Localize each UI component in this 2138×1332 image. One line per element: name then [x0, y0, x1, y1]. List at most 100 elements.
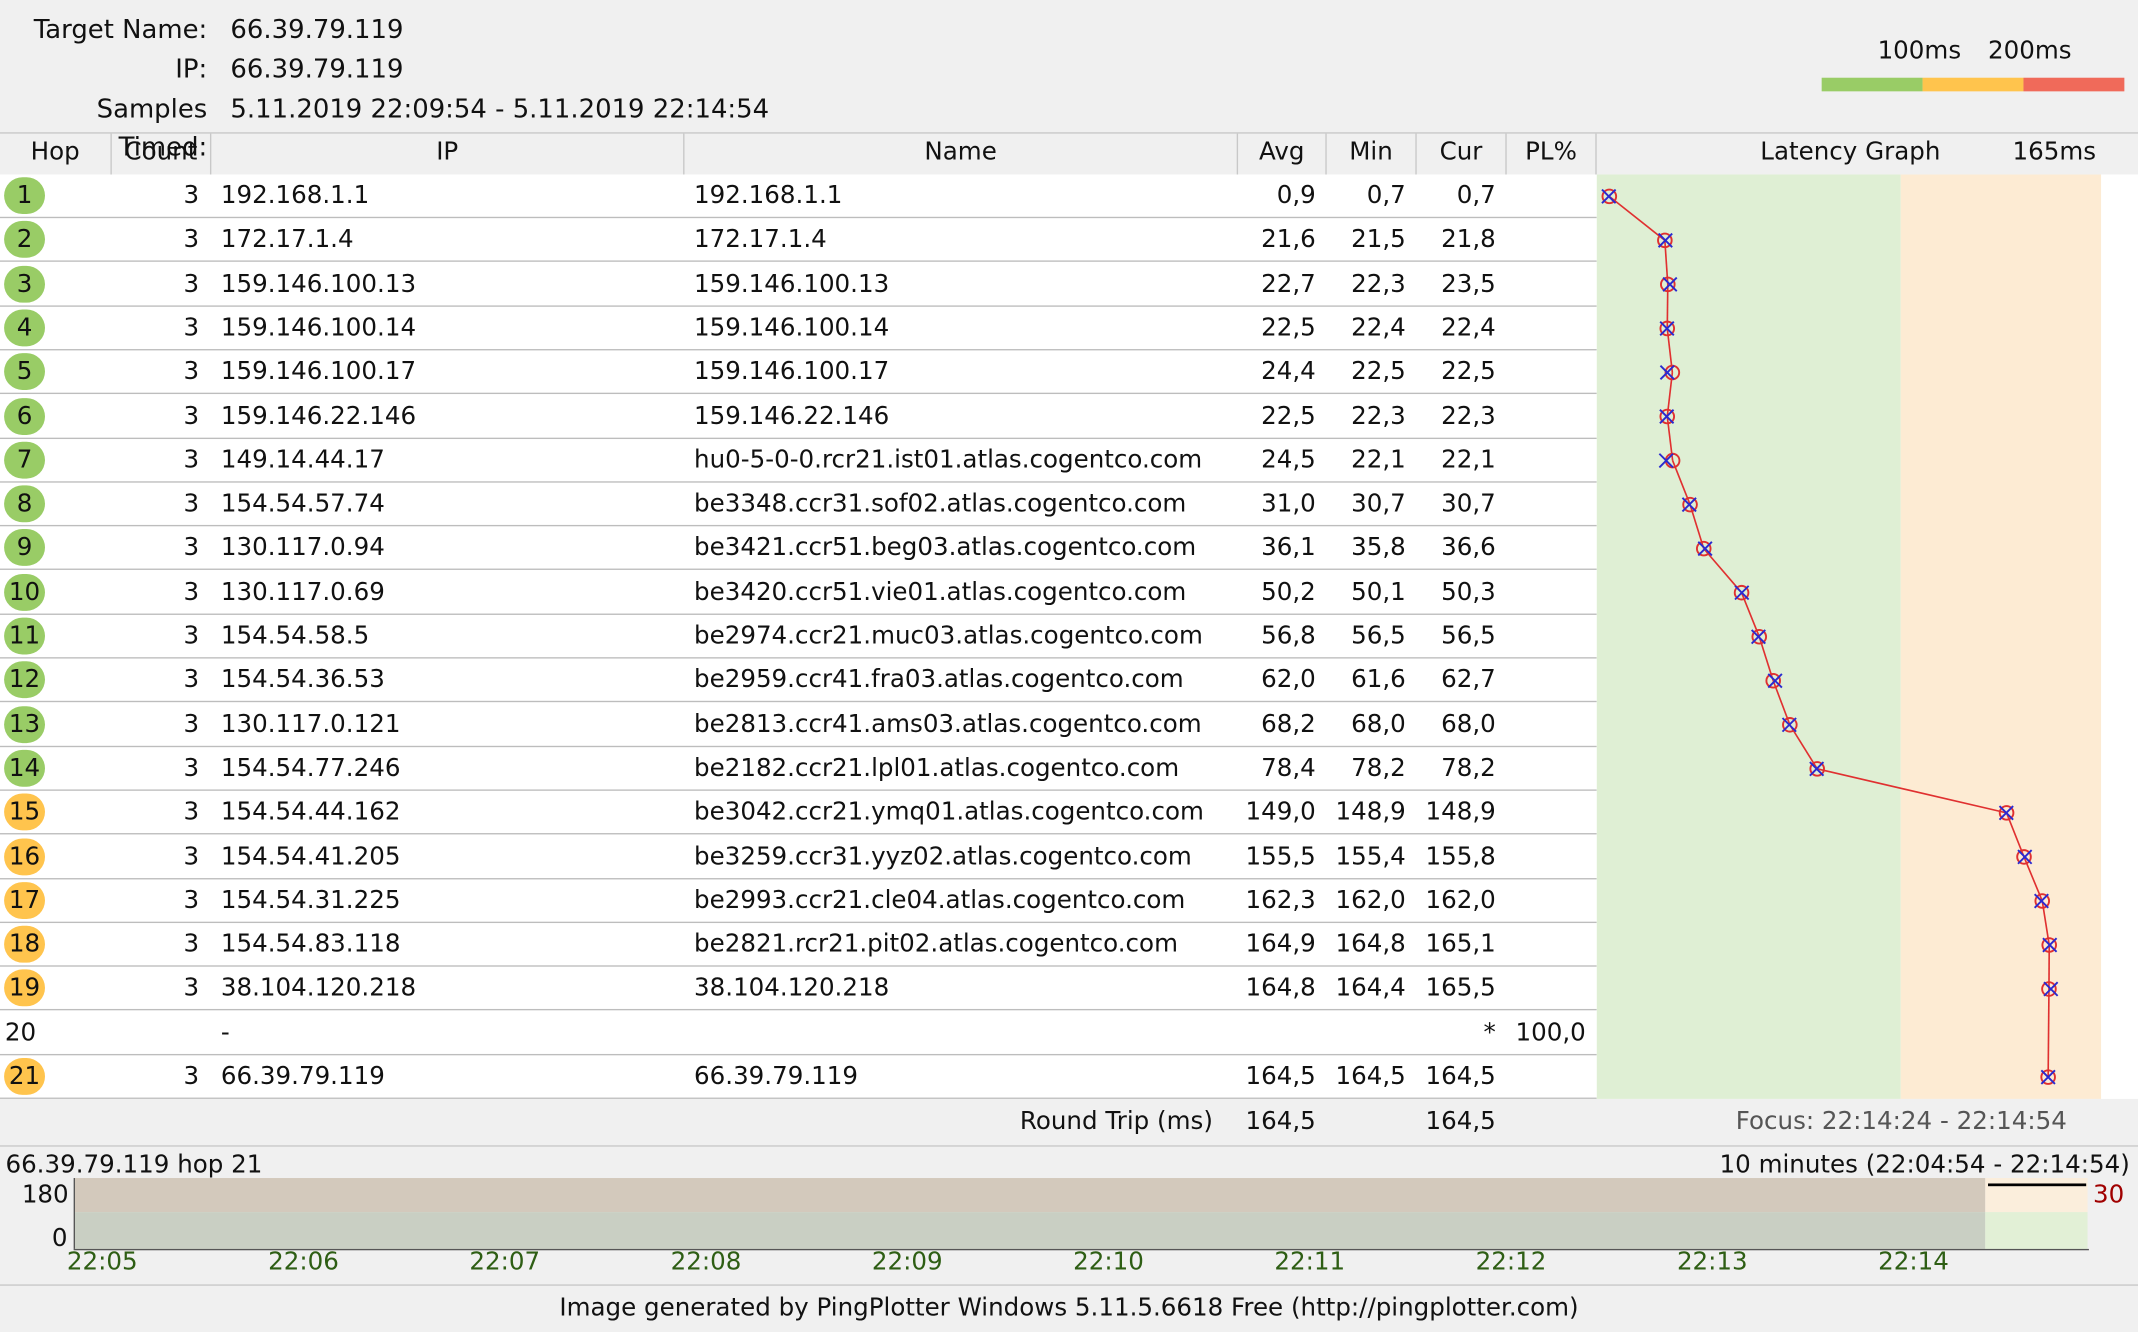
cell-pl: [1507, 571, 1586, 613]
hop-row[interactable]: 123154.54.36.53be2959.ccr41.fra03.atlas.…: [0, 659, 1597, 703]
timeline-tick-label: 22:07: [469, 1248, 540, 1277]
hop-row[interactable]: 19338.104.120.21838.104.120.218164,8164,…: [0, 967, 1597, 1011]
cell-count: 3: [112, 747, 199, 789]
timeline-tick-label: 22:08: [671, 1248, 742, 1277]
col-cur[interactable]: Cur: [1417, 134, 1507, 175]
cell-ip: 159.146.22.146: [221, 395, 678, 437]
cell-count: 3: [112, 175, 199, 217]
hop-row[interactable]: 53159.146.100.17159.146.100.1724,422,522…: [0, 351, 1597, 395]
cell-pl: [1507, 879, 1586, 921]
cell-ip: 159.146.100.14: [221, 307, 678, 349]
hop-row[interactable]: 113154.54.58.5be2974.ccr21.muc03.atlas.c…: [0, 615, 1597, 659]
cell-min: 0,7: [1327, 175, 1406, 217]
hop-row[interactable]: 43159.146.100.14159.146.100.1422,522,422…: [0, 307, 1597, 351]
cell-count: 3: [112, 307, 199, 349]
cell-ip: 159.146.100.13: [221, 263, 678, 305]
cell-name: be3348.ccr31.sof02.atlas.cogentco.com: [694, 483, 1233, 525]
cell-pl: [1507, 791, 1586, 833]
hop-row[interactable]: 20-*100,0: [0, 1011, 1597, 1055]
cell-name: 38.104.120.218: [694, 967, 1233, 1009]
hop-row[interactable]: 13192.168.1.1192.168.1.10,90,70,7: [0, 175, 1597, 219]
timeline-tick-label: 22:06: [268, 1248, 339, 1277]
cell-count: [112, 1011, 199, 1053]
cell-name: 172.17.1.4: [694, 219, 1233, 261]
cell-pl: [1507, 835, 1586, 877]
cell-avg: 56,8: [1238, 615, 1316, 657]
hop-number-badge: 11: [4, 618, 45, 655]
cell-cur: 50,3: [1417, 571, 1496, 613]
cell-cur: 22,3: [1417, 395, 1496, 437]
hop-number-badge: 16: [4, 838, 45, 875]
samples-value: 5.11.2019 22:09:54 - 5.11.2019 22:14:54: [230, 90, 769, 128]
hop-row[interactable]: 173154.54.31.225be2993.ccr21.cle04.atlas…: [0, 879, 1597, 923]
hop-row[interactable]: 23172.17.1.4172.17.1.421,621,521,8: [0, 219, 1597, 263]
cell-name: be2974.ccr21.muc03.atlas.cogentco.com: [694, 615, 1233, 657]
col-min[interactable]: Min: [1327, 134, 1417, 175]
timeline-tick-label: 22:05: [67, 1248, 138, 1277]
cell-min: 155,4: [1327, 835, 1406, 877]
cell-avg: 24,5: [1238, 439, 1316, 481]
hop-row[interactable]: 21366.39.79.11966.39.79.119164,5164,5164…: [0, 1055, 1597, 1099]
graph-segment: [2048, 989, 2049, 1077]
cell-avg: 31,0: [1238, 483, 1316, 525]
col-count[interactable]: Count: [112, 134, 212, 175]
cell-count: 3: [112, 659, 199, 701]
target-name-row: Target Name: 66.39.79.119: [0, 11, 818, 49]
hop-row[interactable]: 103130.117.0.69be3420.ccr51.vie01.atlas.…: [0, 571, 1597, 615]
hop-row[interactable]: 153154.54.44.162be3042.ccr21.ymq01.atlas…: [0, 791, 1597, 835]
hop-row[interactable]: 73149.14.44.17hu0-5-0-0.rcr21.ist01.atla…: [0, 439, 1597, 483]
cell-pl: [1507, 659, 1586, 701]
hop-number-badge: 4: [4, 309, 45, 346]
hop-row[interactable]: 143154.54.77.246be2182.ccr21.lpl01.atlas…: [0, 747, 1597, 791]
hop-number-badge: 12: [4, 662, 45, 699]
cell-min: 78,2: [1327, 747, 1406, 789]
hop-row[interactable]: 93130.117.0.94be3421.ccr51.beg03.atlas.c…: [0, 527, 1597, 571]
cell-count: 3: [112, 483, 199, 525]
col-pl[interactable]: PL%: [1507, 134, 1597, 175]
cell-min: 162,0: [1327, 879, 1406, 921]
cell-cur: 56,5: [1417, 615, 1496, 657]
cell-ip: 154.54.58.5: [221, 615, 678, 657]
hop-number-badge: 21: [4, 1058, 45, 1095]
cell-min: 22,5: [1327, 351, 1406, 393]
hop-row[interactable]: 183154.54.83.118be2821.rcr21.pit02.atlas…: [0, 923, 1597, 967]
cell-avg: 22,5: [1238, 307, 1316, 349]
timeline-ymin: 0: [52, 1224, 68, 1253]
legend-200ms-label: 200ms: [1988, 37, 2072, 66]
timeline-ymax: 180: [22, 1181, 69, 1210]
cell-pl: [1507, 439, 1586, 481]
cell-avg: 36,1: [1238, 527, 1316, 569]
cell-count: 3: [112, 879, 199, 921]
col-name[interactable]: Name: [684, 134, 1238, 175]
hop-row[interactable]: 63159.146.22.146159.146.22.14622,522,322…: [0, 395, 1597, 439]
col-hop[interactable]: Hop: [0, 134, 112, 175]
samples-row: Samples Timed: 5.11.2019 22:09:54 - 5.11…: [0, 90, 818, 128]
cell-name: be2813.ccr41.ams03.atlas.cogentco.com: [694, 703, 1233, 745]
ip-value: 66.39.79.119: [230, 50, 403, 88]
ip-row: IP: 66.39.79.119: [0, 50, 818, 88]
hop-row[interactable]: 163154.54.41.205be3259.ccr31.yyz02.atlas…: [0, 835, 1597, 879]
cell-avg: 162,3: [1238, 879, 1316, 921]
cell-name: be3259.ccr31.yyz02.atlas.cogentco.com: [694, 835, 1233, 877]
timeline-focus-lower[interactable]: [1985, 1212, 2087, 1249]
col-latency-graph[interactable]: Latency Graph 165ms: [1597, 134, 2138, 175]
cell-count: 3: [112, 703, 199, 745]
hop-row[interactable]: 33159.146.100.13159.146.100.1322,722,323…: [0, 263, 1597, 307]
hop-row[interactable]: 83154.54.57.74be3348.ccr31.sof02.atlas.c…: [0, 483, 1597, 527]
legend-bad-bar: [2023, 78, 2124, 92]
cell-min: 22,3: [1327, 263, 1406, 305]
cell-pl: [1507, 263, 1586, 305]
cell-name: 159.146.100.14: [694, 307, 1233, 349]
cell-name: be2993.ccr21.cle04.atlas.cogentco.com: [694, 879, 1233, 921]
timeline-right-value: 30: [2093, 1181, 2124, 1210]
cell-min: 68,0: [1327, 703, 1406, 745]
hop-row[interactable]: 133130.117.0.121be2813.ccr41.ams03.atlas…: [0, 703, 1597, 747]
roundtrip-bar: Round Trip (ms) 164,5 164,5 Focus: 22:14…: [0, 1099, 2138, 1147]
cell-pl: [1507, 703, 1586, 745]
latency-graph-scale: 165ms: [2013, 134, 2097, 172]
cell-cur: 148,9: [1417, 791, 1496, 833]
timeline-lower-band: [75, 1212, 1985, 1249]
col-avg[interactable]: Avg: [1238, 134, 1327, 175]
cell-ip: 38.104.120.218: [221, 967, 678, 1009]
col-ip[interactable]: IP: [211, 134, 684, 175]
